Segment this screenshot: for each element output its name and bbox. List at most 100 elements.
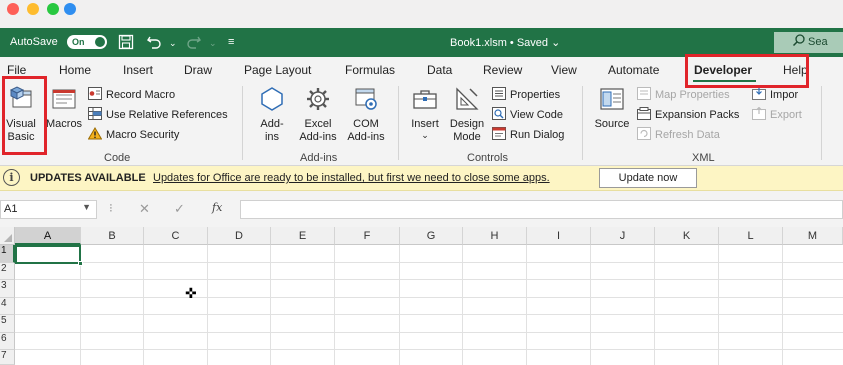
expansion-packs-icon xyxy=(637,107,651,120)
row-header[interactable]: 7 xyxy=(0,350,15,365)
record-macro-label: Record Macro xyxy=(106,89,176,101)
gridline xyxy=(15,332,843,333)
export-label: Export xyxy=(770,109,802,121)
record-macro-button[interactable]: Record Macro xyxy=(88,87,175,103)
tab-insert[interactable]: Insert xyxy=(123,63,153,77)
excel-addins-button[interactable]: Excel Add-ins xyxy=(295,86,341,144)
row-header[interactable]: 1 xyxy=(0,245,15,263)
row-header[interactable]: 4 xyxy=(0,298,15,315)
design-mode-icon xyxy=(447,86,487,116)
column-header[interactable]: L xyxy=(719,227,783,245)
select-all-button[interactable] xyxy=(0,227,15,245)
column-header[interactable]: H xyxy=(463,227,527,245)
insert-control-label: Insert xyxy=(411,118,439,130)
row-header[interactable]: 3 xyxy=(0,280,15,298)
document-title[interactable]: Book1.xlsm • Saved ⌄ xyxy=(450,36,560,49)
tab-view[interactable]: View xyxy=(551,63,577,77)
name-box-dropdown-icon[interactable]: ▼ xyxy=(82,202,91,212)
tab-draw[interactable]: Draw xyxy=(184,63,212,77)
tab-file[interactable]: File xyxy=(7,63,26,77)
tab-data[interactable]: Data xyxy=(427,63,452,77)
com-addins-icon xyxy=(343,86,389,116)
formula-input[interactable] xyxy=(240,200,843,219)
search-input[interactable]: Sea xyxy=(774,32,843,53)
save-icon[interactable] xyxy=(118,34,134,53)
view-code-button[interactable]: View Code xyxy=(492,107,563,123)
view-code-label: View Code xyxy=(510,109,563,121)
column-header[interactable]: C xyxy=(144,227,208,245)
xml-source-button[interactable]: Source xyxy=(592,86,632,131)
macro-security-button[interactable]: Macro Security xyxy=(87,127,179,143)
developer-tab-highlight xyxy=(685,54,809,88)
row-header[interactable]: 2 xyxy=(0,263,15,280)
column-header[interactable]: M xyxy=(783,227,843,245)
map-properties-icon xyxy=(637,87,651,100)
column-header[interactable]: B xyxy=(81,227,144,245)
gridline xyxy=(399,245,400,365)
xml-source-icon xyxy=(592,86,632,116)
row-header[interactable]: 6 xyxy=(0,333,15,350)
insert-function-icon[interactable]: fx xyxy=(212,201,222,214)
worksheet-grid[interactable]: A B C D E F G H I J K L M 1 2 3 4 5 6 7 xyxy=(0,227,843,365)
export-button: Export xyxy=(752,106,802,123)
zoom-window-button[interactable] xyxy=(47,3,59,15)
use-relative-references-button[interactable]: Use Relative References xyxy=(88,107,228,123)
tab-home[interactable]: Home xyxy=(59,63,91,77)
refresh-data-button: Refresh Data xyxy=(637,127,720,143)
update-now-button[interactable]: Update now xyxy=(599,168,697,188)
column-header[interactable]: A xyxy=(15,227,81,245)
run-dialog-icon xyxy=(492,127,506,140)
column-header[interactable]: I xyxy=(527,227,591,245)
export-icon xyxy=(752,106,766,120)
relative-references-icon xyxy=(88,107,102,120)
tab-formulas[interactable]: Formulas xyxy=(345,63,395,77)
column-header[interactable]: G xyxy=(400,227,463,245)
expansion-packs-button[interactable]: Expansion Packs xyxy=(637,107,739,123)
minimize-window-button[interactable] xyxy=(27,3,39,15)
row-header[interactable]: 5 xyxy=(0,315,15,333)
import-button[interactable]: Impor xyxy=(752,87,798,103)
column-header[interactable]: E xyxy=(271,227,335,245)
fill-handle[interactable] xyxy=(78,261,83,266)
column-header[interactable]: J xyxy=(591,227,655,245)
active-cell[interactable] xyxy=(15,245,83,266)
column-header[interactable]: F xyxy=(335,227,400,245)
insert-control-button[interactable]: Insert ⌄ xyxy=(407,86,443,140)
macros-icon xyxy=(46,86,82,116)
gridline xyxy=(526,245,527,365)
name-box[interactable]: A1 ▼ xyxy=(0,200,97,219)
ribbon-developer: Visual Basic Macros Record Macro Use Rel… xyxy=(0,82,843,166)
undo-dropdown-icon[interactable]: ⌄ xyxy=(169,38,177,49)
autosave-toggle[interactable]: On xyxy=(67,35,107,49)
updates-message-bar: i UPDATES AVAILABLE Updates for Office a… xyxy=(0,166,843,191)
info-icon: i xyxy=(3,169,20,186)
gridline xyxy=(15,279,843,280)
more-options-icon[interactable]: ⁝ xyxy=(109,201,113,215)
search-placeholder: Sea xyxy=(808,36,828,48)
column-header[interactable]: K xyxy=(655,227,719,245)
properties-button[interactable]: Properties xyxy=(492,87,560,103)
customize-toolbar-icon[interactable]: ≡ xyxy=(228,36,234,48)
autosave-label: AutoSave xyxy=(10,36,58,48)
run-dialog-label: Run Dialog xyxy=(510,129,565,141)
autosave-state: On xyxy=(72,37,85,47)
macros-button[interactable]: Macros xyxy=(46,86,82,131)
tab-review[interactable]: Review xyxy=(483,63,522,77)
tab-page-layout[interactable]: Page Layout xyxy=(244,63,311,77)
addins-button[interactable]: Add- ins xyxy=(253,86,291,144)
close-window-button[interactable] xyxy=(7,3,19,15)
column-header[interactable]: D xyxy=(208,227,271,245)
undo-icon[interactable] xyxy=(146,34,162,53)
import-icon xyxy=(752,87,766,100)
tab-automate[interactable]: Automate xyxy=(608,63,659,77)
gridline xyxy=(207,245,208,365)
run-dialog-button[interactable]: Run Dialog xyxy=(492,127,564,143)
record-macro-icon xyxy=(88,87,102,100)
name-box-value: A1 xyxy=(4,203,18,215)
gridline xyxy=(270,245,271,365)
design-mode-button[interactable]: Design Mode xyxy=(447,86,487,144)
xml-source-label: Source xyxy=(594,118,630,130)
message-bar-link[interactable]: Updates for Office are ready to be insta… xyxy=(153,172,550,184)
redo-icon xyxy=(186,34,202,53)
com-addins-button[interactable]: COM Add-ins xyxy=(343,86,389,144)
